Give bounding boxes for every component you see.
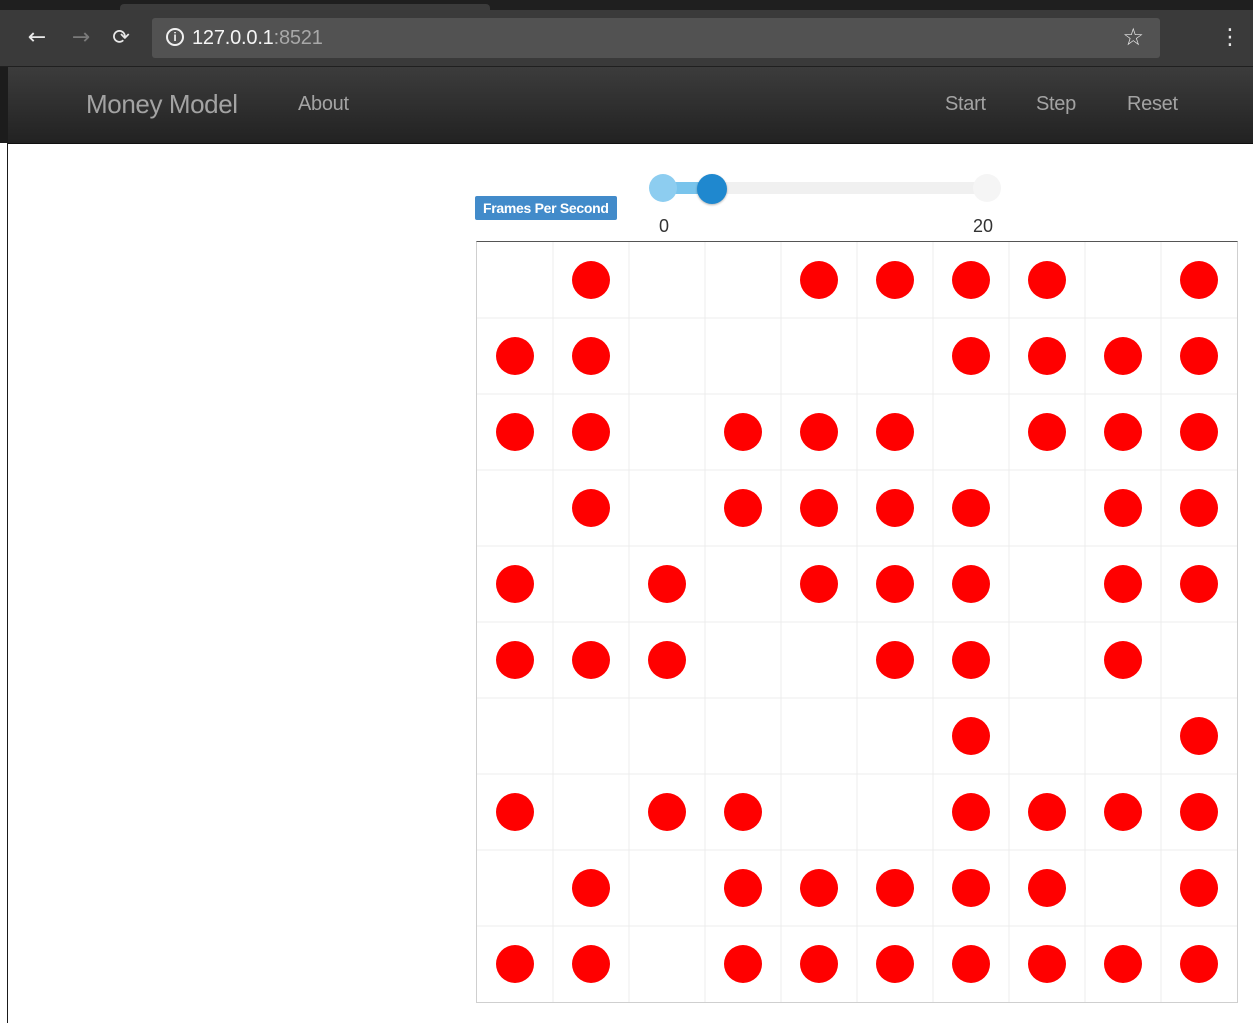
agent-dot xyxy=(1104,489,1142,527)
fps-slider-max-handle xyxy=(973,174,1001,202)
agent-dot xyxy=(724,945,762,983)
agent-dot xyxy=(876,489,914,527)
url-text[interactable]: 127.0.0.1:8521 xyxy=(192,27,323,50)
agent-dot xyxy=(952,945,990,983)
agent-dot xyxy=(1028,337,1066,375)
agent-dot xyxy=(1180,793,1218,831)
agent-grid-svg xyxy=(477,242,1237,1002)
app-navbar: Money Model About Start Step Reset xyxy=(8,67,1253,144)
nav-about-link[interactable]: About xyxy=(298,93,349,116)
fps-slider-min-label: 0 xyxy=(659,216,670,236)
agent-dot xyxy=(800,869,838,907)
start-button[interactable]: Start xyxy=(945,93,986,116)
agent-dot xyxy=(1104,945,1142,983)
fps-label: Frames Per Second xyxy=(475,196,617,220)
reload-button[interactable]: ⟳ xyxy=(106,22,136,52)
agent-dot xyxy=(572,869,610,907)
agent-dot xyxy=(1028,793,1066,831)
agent-dot xyxy=(800,261,838,299)
agent-dot xyxy=(876,413,914,451)
browser-menu-button[interactable]: ⋮ xyxy=(1215,22,1245,52)
agent-dot xyxy=(1028,945,1066,983)
agent-grid xyxy=(476,241,1238,1003)
reset-button[interactable]: Reset xyxy=(1127,93,1178,116)
agent-dot xyxy=(496,337,534,375)
agent-dot xyxy=(876,641,914,679)
agent-dot xyxy=(572,261,610,299)
browser-tab-strip xyxy=(0,0,1253,10)
agent-dot xyxy=(876,869,914,907)
back-button[interactable]: ← xyxy=(22,22,52,52)
agent-dot xyxy=(800,565,838,603)
agent-dot xyxy=(724,869,762,907)
agent-dot xyxy=(496,413,534,451)
agent-dot xyxy=(1180,717,1218,755)
agent-dot xyxy=(572,641,610,679)
agent-dot xyxy=(952,869,990,907)
agent-dot xyxy=(1180,261,1218,299)
agent-dot xyxy=(1104,337,1142,375)
reload-icon: ⟳ xyxy=(112,25,130,49)
agent-dot xyxy=(496,641,534,679)
agent-dot xyxy=(1104,565,1142,603)
agent-dot xyxy=(1180,337,1218,375)
agent-dot xyxy=(952,641,990,679)
agent-dot xyxy=(648,565,686,603)
fps-slider-min-handle xyxy=(649,174,677,202)
window-left-edge-top xyxy=(0,67,8,143)
address-bar[interactable]: i 127.0.0.1:8521 ☆ xyxy=(152,18,1160,58)
info-icon[interactable]: i xyxy=(166,28,184,46)
agent-dot xyxy=(952,261,990,299)
agent-dot xyxy=(572,413,610,451)
url-host: 127.0.0.1 xyxy=(192,27,274,49)
step-button[interactable]: Step xyxy=(1036,93,1076,116)
agent-dot xyxy=(876,565,914,603)
agent-dot xyxy=(952,793,990,831)
agent-dot xyxy=(1180,489,1218,527)
agent-dot xyxy=(1028,261,1066,299)
fps-slider-max-label: 20 xyxy=(973,216,994,236)
agent-dot xyxy=(1180,869,1218,907)
agent-dot xyxy=(648,641,686,679)
agent-dot xyxy=(572,945,610,983)
browser-toolbar: ← → ⟳ i 127.0.0.1:8521 ☆ ⋮ xyxy=(0,10,1253,67)
agent-dot xyxy=(800,413,838,451)
agent-dot xyxy=(1028,413,1066,451)
brand-title[interactable]: Money Model xyxy=(86,89,238,120)
agent-dot xyxy=(800,489,838,527)
agent-dot xyxy=(1180,945,1218,983)
agent-dot xyxy=(952,489,990,527)
kebab-menu-icon: ⋮ xyxy=(1219,24,1241,50)
star-icon[interactable]: ☆ xyxy=(1122,23,1144,51)
agent-dot xyxy=(1180,413,1218,451)
agent-dot xyxy=(876,945,914,983)
agent-dot xyxy=(952,337,990,375)
agent-dot xyxy=(724,489,762,527)
fps-slider-handle[interactable] xyxy=(696,174,727,204)
agent-dot xyxy=(876,261,914,299)
agent-dot xyxy=(572,489,610,527)
agent-dot xyxy=(800,945,838,983)
agent-dot xyxy=(1104,413,1142,451)
agent-dot xyxy=(952,565,990,603)
window-left-edge xyxy=(0,67,8,1023)
agent-dot xyxy=(572,337,610,375)
agent-dot xyxy=(1180,565,1218,603)
agent-dot xyxy=(1104,641,1142,679)
agent-dot xyxy=(724,793,762,831)
agent-dot xyxy=(496,945,534,983)
agent-dot xyxy=(496,565,534,603)
agent-dot xyxy=(1028,869,1066,907)
url-port: :8521 xyxy=(273,27,323,49)
agent-dot xyxy=(952,717,990,755)
forward-button[interactable]: → xyxy=(66,22,96,52)
arrow-left-icon: ← xyxy=(27,24,47,50)
arrow-right-icon: → xyxy=(71,24,91,50)
agent-dot xyxy=(496,793,534,831)
agent-dot xyxy=(648,793,686,831)
agent-dot xyxy=(1104,793,1142,831)
agent-dot xyxy=(724,413,762,451)
